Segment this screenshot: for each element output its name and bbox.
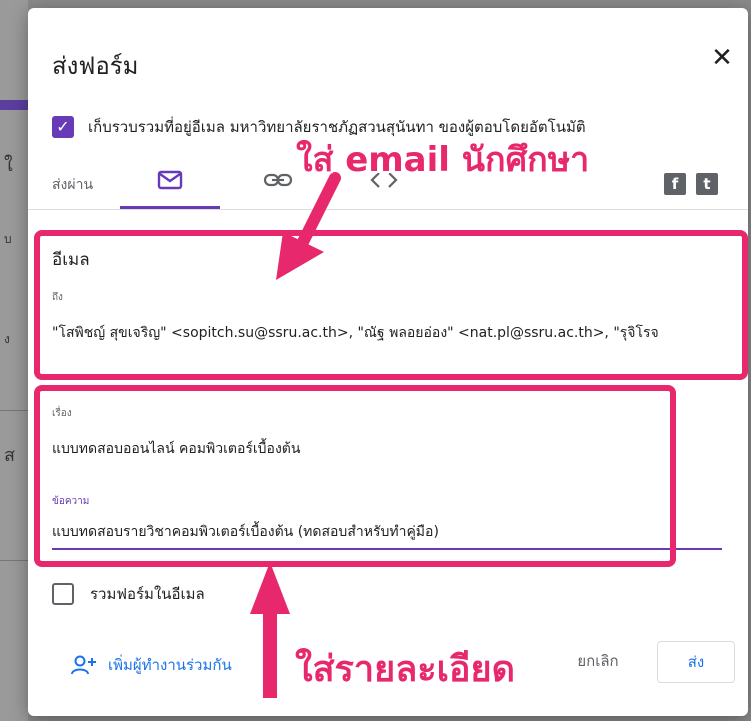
- annotation-email-hint: ใส่ email นักศึกษา: [296, 140, 590, 180]
- arrow-to-email: [276, 172, 341, 280]
- annotation-arrows: [250, 172, 341, 698]
- annotation-details-hint: ใส่รายละเอียด: [295, 649, 515, 690]
- arrow-to-details: [250, 562, 290, 698]
